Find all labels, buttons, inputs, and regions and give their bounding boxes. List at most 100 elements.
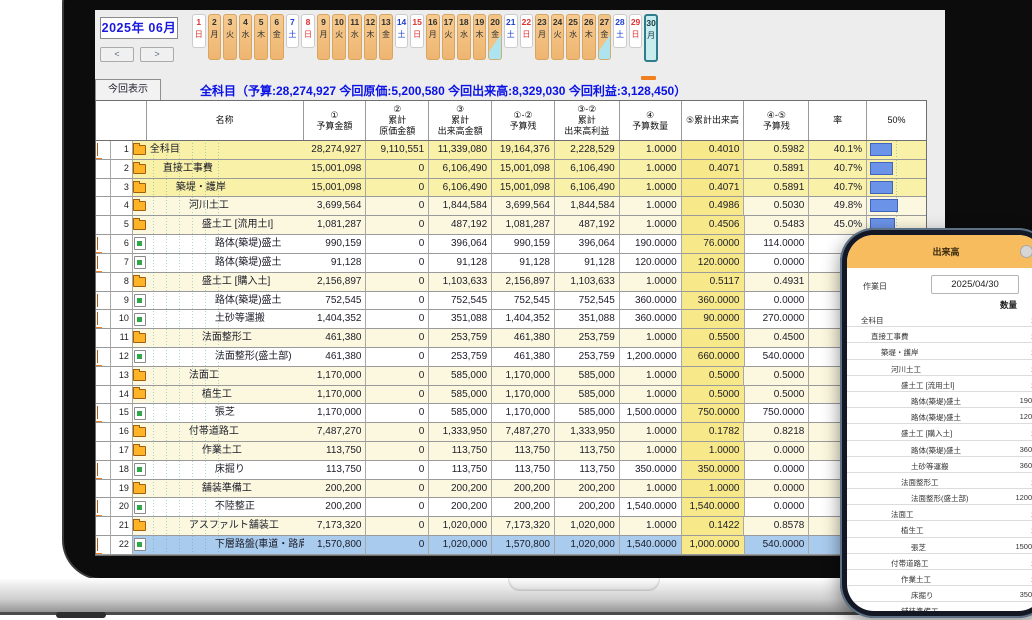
calendar-day-5[interactable]: 5木 — [254, 14, 268, 60]
cum-qty[interactable]: 0.1782 — [682, 423, 745, 442]
table-row[interactable]: 13法面工1,170,0000585,0001,170,000585,0001.… — [96, 367, 926, 386]
cum-qty[interactable]: 0.4506 — [682, 216, 745, 235]
phone-menu-icon[interactable] — [1020, 245, 1032, 258]
table-row[interactable]: 22下層路盤(車道・路肩部)1,570,80001,020,0001,570,8… — [96, 536, 926, 555]
phone-list-item[interactable]: 植生工1.00式 — [847, 521, 1032, 537]
cum-qty[interactable]: 120.0000 — [682, 254, 745, 273]
cum-qty[interactable]: 76.0000 — [682, 235, 745, 254]
calendar-day-23[interactable]: 23月 — [535, 14, 549, 60]
phone-list-item[interactable]: 河川土工1.00式 — [847, 360, 1032, 376]
cum-qty[interactable]: 90.0000 — [682, 310, 745, 329]
cum-qty[interactable]: 0.5000 — [682, 386, 745, 405]
calendar-day-15[interactable]: 15日 — [410, 14, 424, 48]
phone-list-item[interactable]: 張芝1500.00m2 — [847, 538, 1032, 554]
phone-list-item[interactable]: 法面整形工1.00式 — [847, 473, 1032, 489]
cum-qty[interactable]: 0.4986 — [682, 197, 745, 216]
phone-list-item[interactable]: 付帯道路工1.00式 — [847, 554, 1032, 570]
cum-qty[interactable]: 0.4071 — [682, 160, 745, 179]
table-row[interactable]: 14植生工1,170,0000585,0001,170,000585,0001.… — [96, 386, 926, 405]
calendar-day-29[interactable]: 29日 — [629, 14, 643, 48]
table-row[interactable]: 19舗装準備工200,2000200,200200,200200,2001.00… — [96, 480, 926, 499]
work-date-field[interactable]: 2025/04/30 — [931, 275, 1019, 294]
calendar-day-27[interactable]: 27金 — [598, 14, 612, 60]
cum-qty[interactable]: 0.5000 — [682, 367, 745, 386]
table-row[interactable]: 7路体(築堤)盛土91,128091,12891,12891,128120.00… — [96, 254, 926, 273]
table-row[interactable]: 15張芝1,170,0000585,0001,170,000585,0001,5… — [96, 404, 926, 423]
cum-qty[interactable]: 0.1422 — [682, 517, 745, 536]
calendar-day-20[interactable]: 20金 — [488, 14, 502, 60]
table-row[interactable]: 3築堤・護岸15,001,09806,106,49015,001,0986,10… — [96, 179, 926, 198]
calendar-day-3[interactable]: 3火 — [223, 14, 237, 60]
calendar-day-16[interactable]: 16月 — [426, 14, 440, 60]
cum-qty[interactable]: 350.0000 — [682, 461, 745, 480]
calendar-day-4[interactable]: 4水 — [239, 14, 253, 60]
table-row[interactable]: 9路体(築堤)盛土752,5450752,545752,545752,54536… — [96, 292, 926, 311]
cum-qty[interactable]: 360.0000 — [682, 292, 745, 311]
calendar-day-14[interactable]: 14土 — [395, 14, 409, 48]
calendar-day-25[interactable]: 25水 — [566, 14, 580, 60]
calendar-day-28[interactable]: 28土 — [613, 14, 627, 48]
phone-list-item[interactable]: 築堤・護岸1.00式 — [847, 343, 1032, 359]
calendar-day-26[interactable]: 26木 — [582, 14, 596, 60]
calendar-day-8[interactable]: 8日 — [301, 14, 315, 48]
calendar-day-1[interactable]: 1日 — [192, 14, 206, 48]
phone-list-item[interactable]: 路体(築堤)盛土190.00m3 — [847, 392, 1032, 408]
phone-list-item[interactable]: 作業土工1.00式 — [847, 570, 1032, 586]
phone-list-item[interactable]: 法面工1.00式 — [847, 505, 1032, 521]
cum-qty[interactable]: 0.4010 — [682, 141, 745, 160]
cum-qty[interactable]: 1,540.0000 — [682, 498, 745, 517]
table-row[interactable]: 5盛土工 [流用土Ⅰ]1,081,2870487,1921,081,287487… — [96, 216, 926, 235]
table-row[interactable]: 8盛土工 [購入土]2,156,89701,103,6332,156,8971,… — [96, 273, 926, 292]
phone-list-item[interactable]: 直接工事費1.00式 — [847, 327, 1032, 343]
table-row[interactable]: 17作業土工113,7500113,750113,750113,7501.000… — [96, 442, 926, 461]
calendar-day-30[interactable]: 30月 — [644, 14, 658, 62]
cum-qty[interactable]: 1,000.0000 — [682, 536, 745, 555]
calendar-day-19[interactable]: 19木 — [473, 14, 487, 60]
table-row[interactable]: 21アスファルト舗装工7,173,32001,020,0007,173,3201… — [96, 517, 926, 536]
calendar-day-2[interactable]: 2月 — [208, 14, 222, 60]
calendar-day-17[interactable]: 17火 — [442, 14, 456, 60]
calendar-day-21[interactable]: 21土 — [504, 14, 518, 48]
calendar-day-11[interactable]: 11水 — [348, 14, 362, 60]
table-row[interactable]: 2直接工事費15,001,09806,106,49015,001,0986,10… — [96, 160, 926, 179]
table-row[interactable]: 12法面整形(盛土部)461,3800253,759461,380253,759… — [96, 348, 926, 367]
table-row[interactable]: 20不陸整正200,2000200,200200,200200,2001,540… — [96, 498, 926, 517]
cum-qty[interactable]: 0.5500 — [682, 329, 745, 348]
table-row[interactable]: 10土砂等運搬1,404,3520351,0881,404,352351,088… — [96, 310, 926, 329]
phone-list-item[interactable]: 路体(築堤)盛土360.00m3 — [847, 441, 1032, 457]
phone-list-item[interactable]: 全科目1.00式 — [847, 311, 1032, 327]
phone-list-item[interactable]: 路体(築堤)盛土120.00m3 — [847, 408, 1032, 424]
calendar-day-9[interactable]: 9月 — [317, 14, 331, 60]
table-row[interactable]: 11法面整形工461,3800253,759461,380253,7591.00… — [96, 329, 926, 348]
phone-list-item[interactable]: 土砂等運搬360.00m3 — [847, 457, 1032, 473]
calendar-day-6[interactable]: 6金 — [270, 14, 284, 60]
calendar-day-18[interactable]: 18水 — [457, 14, 471, 60]
cum-qty[interactable]: 1.0000 — [682, 480, 745, 499]
table-row[interactable]: 16付帯道路工7,487,27001,333,9507,487,2701,333… — [96, 423, 926, 442]
table-row[interactable]: 1全科目28,274,9279,110,55111,339,08019,164,… — [96, 141, 926, 160]
prev-month-button[interactable]: < — [100, 47, 134, 62]
phone-list-item[interactable]: 舗装準備工1.00式 — [847, 602, 1032, 611]
cum-qty[interactable]: 1.0000 — [682, 442, 745, 461]
calendar-day-24[interactable]: 24火 — [551, 14, 565, 60]
table-row[interactable]: 18床掘り113,7500113,750113,750113,750350.00… — [96, 461, 926, 480]
cum-qty[interactable]: 750.0000 — [682, 404, 745, 423]
phone-list-item[interactable]: 法面整形(盛土部)1200.00m2 — [847, 489, 1032, 505]
cum-qty[interactable]: 0.5117 — [682, 273, 745, 292]
phone-list-item[interactable]: 盛土工 [購入土]1.00式 — [847, 424, 1032, 440]
budget-qty: 1,540.0000 — [620, 536, 682, 555]
table-row[interactable]: 6路体(築堤)盛土990,1590396,064990,159396,06419… — [96, 235, 926, 254]
table-row[interactable]: 4河川土工3,699,56401,844,5843,699,5641,844,5… — [96, 197, 926, 216]
current-view-tab[interactable]: 今回表示 — [95, 79, 161, 100]
progress-profit: 487,192 — [555, 216, 620, 235]
phone-list-item[interactable]: 床掘り350.00m3 — [847, 586, 1032, 602]
calendar-day-7[interactable]: 7土 — [286, 14, 300, 48]
next-month-button[interactable]: > — [140, 47, 174, 62]
calendar-day-13[interactable]: 13金 — [379, 14, 393, 60]
cum-qty[interactable]: 0.4071 — [682, 179, 745, 198]
calendar-day-22[interactable]: 22日 — [520, 14, 534, 48]
calendar-day-10[interactable]: 10火 — [332, 14, 346, 60]
phone-list-item[interactable]: 盛土工 [流用土Ⅰ]1.00式 — [847, 376, 1032, 392]
calendar-day-12[interactable]: 12木 — [364, 14, 378, 60]
cum-qty[interactable]: 660.0000 — [682, 348, 745, 367]
